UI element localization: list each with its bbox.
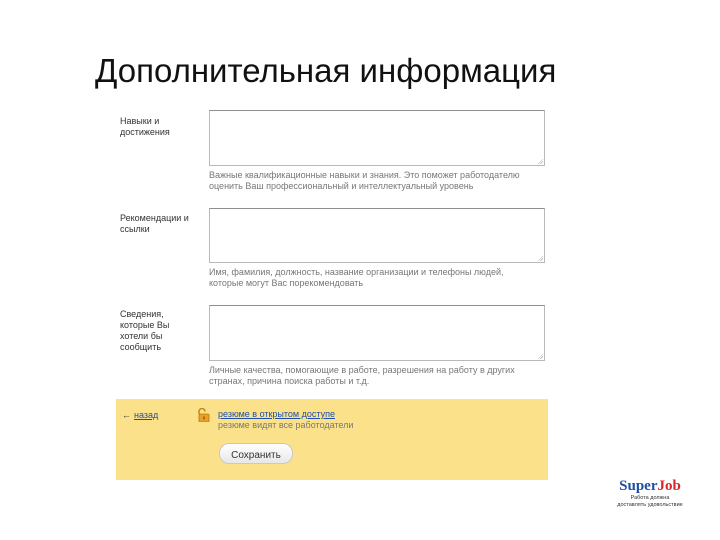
- resize-grip-icon[interactable]: [537, 158, 543, 164]
- back-arrow-icon: ←: [122, 410, 131, 420]
- field-hint-recommendations: Имя, фамилия, должность, название органи…: [209, 267, 504, 288]
- logo-wordmark: SuperJob: [612, 478, 688, 495]
- back-link-label: назад: [134, 410, 159, 420]
- lock-open-icon: [198, 408, 210, 422]
- additional-info-textarea[interactable]: [209, 305, 545, 361]
- slide-title: Дополнительная информация: [95, 52, 557, 89]
- recommendations-textarea[interactable]: [209, 208, 545, 263]
- superjob-logo: SuperJob Работа должна доставлять удовол…: [612, 478, 688, 509]
- footer-panel: ← назад резюме в открытом доступе резюме …: [116, 399, 548, 480]
- resize-grip-icon[interactable]: [537, 255, 543, 261]
- access-toggle-link[interactable]: резюме в открытом доступе: [218, 409, 335, 419]
- logo-word-super: Super: [619, 478, 658, 494]
- field-label-recommendations: Рекомендации и ссылки: [120, 213, 189, 234]
- access-description: резюме видят все работодатели: [218, 420, 354, 430]
- back-link[interactable]: ← назад: [122, 410, 158, 420]
- logo-word-job: Job: [657, 478, 681, 494]
- logo-tagline-2: доставлять удовольствие: [617, 502, 683, 508]
- resize-grip-icon[interactable]: [537, 353, 543, 359]
- skills-textarea[interactable]: [209, 110, 545, 166]
- field-hint-skills: Важные квалификационные навыки и знания.…: [209, 170, 520, 191]
- field-hint-additional: Личные качества, помогающие в работе, ра…: [209, 365, 515, 386]
- logo-tagline-1: Работа должна: [630, 495, 670, 501]
- save-button[interactable]: Сохранить: [219, 443, 293, 464]
- field-label-skills: Навыки и достижения: [120, 116, 170, 137]
- field-label-additional: Сведения, которые Вы хотели бы сообщить: [120, 309, 170, 352]
